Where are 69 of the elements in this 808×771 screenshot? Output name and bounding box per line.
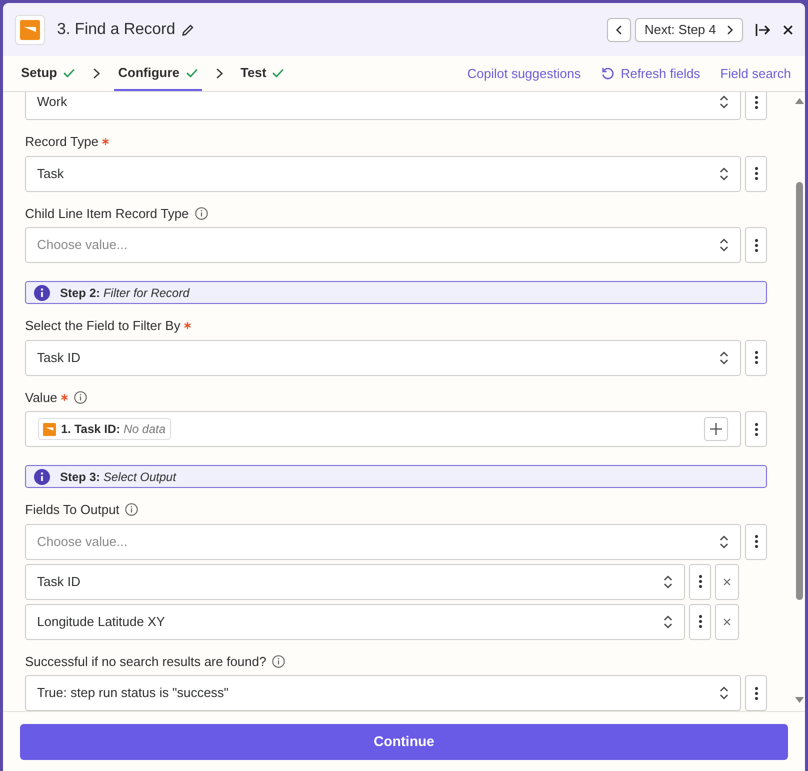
more-options-button[interactable]	[745, 156, 767, 192]
more-options-button[interactable]	[745, 92, 767, 120]
app-logo-icon	[43, 422, 56, 436]
chevron-right-icon	[216, 68, 223, 79]
more-options-button[interactable]	[745, 411, 767, 447]
scroll-up-arrow-icon[interactable]	[795, 98, 804, 104]
up-down-chevron-icon	[719, 350, 729, 364]
add-button[interactable]	[704, 417, 728, 441]
select-field[interactable]: Work	[25, 92, 741, 120]
more-options-button[interactable]	[745, 524, 767, 560]
step-title: 3. Find a Record	[57, 20, 176, 40]
info-icon[interactable]	[74, 390, 88, 404]
up-down-chevron-icon	[719, 534, 729, 548]
info-icon	[34, 284, 50, 300]
field-label: Record Type	[25, 133, 98, 151]
up-down-chevron-icon	[719, 166, 729, 180]
up-down-chevron-icon	[663, 574, 673, 588]
up-down-chevron-icon	[719, 686, 729, 700]
up-down-chevron-icon	[663, 614, 673, 628]
collapse-panel-icon[interactable]	[755, 22, 771, 36]
copilot-link[interactable]: Copilot suggestions	[467, 64, 581, 84]
more-options-button[interactable]	[689, 604, 711, 640]
chevron-right-icon	[726, 24, 734, 34]
select-field[interactable]: Choose value...	[25, 227, 741, 263]
close-icon	[723, 618, 731, 626]
data-pill[interactable]: 1. Task ID: No data	[38, 418, 171, 440]
field-label: Child Line Item Record Type	[25, 204, 189, 223]
more-options-button[interactable]	[745, 227, 767, 263]
info-icon[interactable]	[272, 654, 286, 668]
step-tab[interactable]: Setup	[17, 56, 80, 91]
plus-icon	[710, 423, 722, 435]
more-options-button[interactable]	[745, 675, 767, 711]
more-options-button[interactable]	[745, 340, 767, 376]
select-field[interactable]: Task ID	[25, 564, 685, 600]
step-info-text: Step 3: Select Output	[60, 468, 176, 486]
info-icon	[34, 468, 50, 484]
check-icon	[63, 68, 76, 78]
next-step-button[interactable]: Next: Step 4	[635, 18, 743, 42]
field-label: Successful if no search results are found?	[25, 652, 266, 670]
refresh-icon	[600, 66, 615, 80]
step-tab[interactable]: Test	[236, 56, 288, 91]
up-down-chevron-icon	[719, 238, 729, 252]
value-field[interactable]: 1. Task ID: No data	[25, 411, 741, 447]
field-label: Fields To Output	[25, 501, 120, 519]
step-info-text: Step 2: Filter for Record	[60, 284, 190, 302]
app-logo-icon	[15, 14, 45, 44]
pencil-icon[interactable]	[181, 22, 196, 36]
check-icon	[186, 68, 198, 78]
scroll-down-arrow-icon[interactable]	[795, 697, 804, 703]
close-icon	[723, 578, 731, 586]
continue-button[interactable]: Continue	[20, 724, 788, 760]
info-icon[interactable]	[194, 206, 208, 220]
refresh-fields-button[interactable]: Refresh fields	[600, 64, 700, 84]
info-icon[interactable]	[125, 503, 138, 516]
field-search-link[interactable]: Field search	[720, 64, 791, 84]
more-options-button[interactable]	[689, 564, 711, 600]
select-field[interactable]: Task ID	[25, 340, 741, 376]
select-field[interactable]: Task	[25, 156, 741, 192]
field-label: Select the Field to Filter By	[25, 317, 180, 335]
check-icon	[272, 68, 284, 78]
chevron-left-icon	[615, 24, 624, 34]
previous-button[interactable]	[607, 18, 632, 42]
close-icon[interactable]	[783, 24, 793, 34]
up-down-chevron-icon	[719, 95, 729, 109]
select-field[interactable]: Choose value...	[25, 524, 741, 560]
chevron-right-icon	[93, 68, 100, 79]
select-field[interactable]: True: step run status is "success"	[25, 675, 741, 711]
select-field[interactable]: Longitude Latitude XY	[25, 604, 685, 640]
field-label: Value	[25, 388, 58, 406]
